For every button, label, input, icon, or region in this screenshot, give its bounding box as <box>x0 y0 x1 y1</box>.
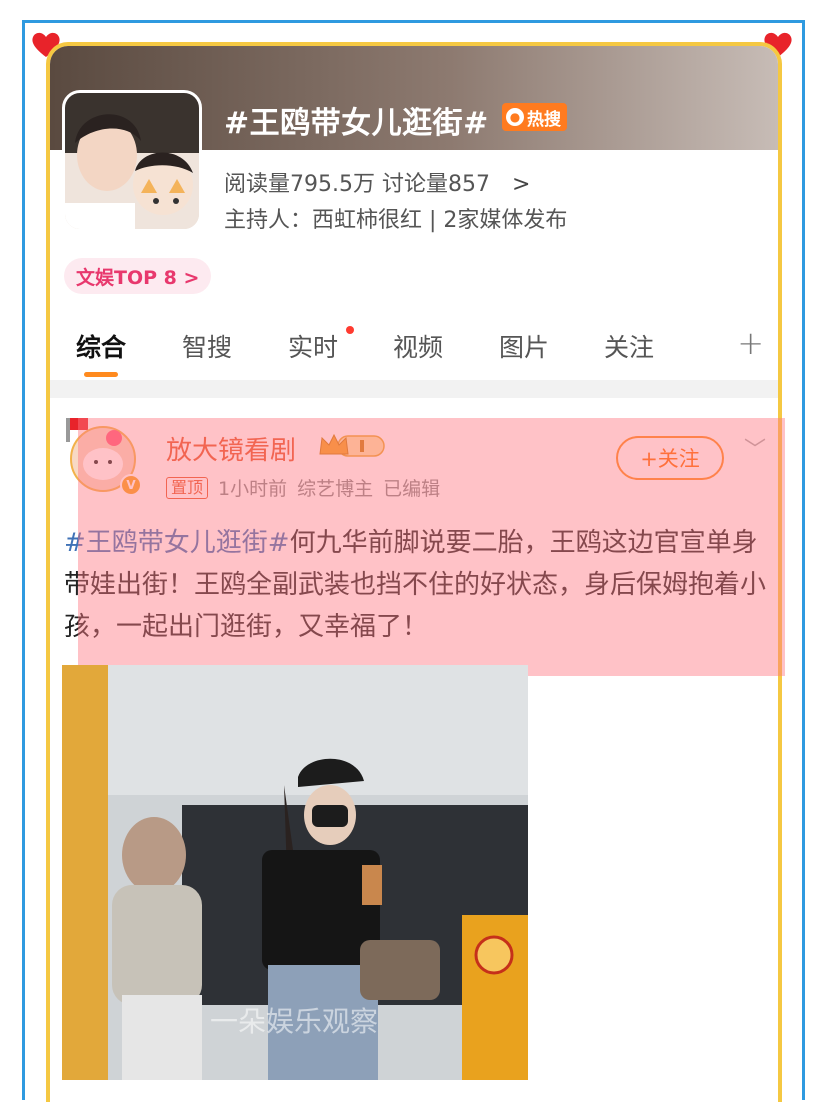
tab-bar: 综合 智搜 实时 视频 图片 关注 + <box>50 314 778 377</box>
topic-host[interactable]: 主持人：西虹柿很红 | 2家媒体发布 <box>224 202 567 234</box>
verified-icon: V <box>120 474 142 496</box>
fire-icon: ● <box>506 108 524 126</box>
new-dot-indicator <box>346 326 354 334</box>
post-author-name[interactable]: 放大镜看剧 <box>166 430 296 467</box>
crown-icon <box>319 433 385 457</box>
plus-icon[interactable]: + <box>737 324 764 362</box>
tab-smart-search[interactable]: 智搜 <box>182 328 232 364</box>
pinned-tag: 置顶 <box>166 476 209 499</box>
tab-comprehensive[interactable]: 综合 <box>76 328 126 364</box>
hot-search-badge[interactable]: ● 热搜 <box>502 103 567 131</box>
image-watermark: 一朵娱乐观察 <box>210 1005 379 1038</box>
tab-follow[interactable]: 关注 <box>604 328 654 364</box>
post-meta: 置顶 1小时前 综艺博主 已编辑 <box>166 474 440 501</box>
read-discuss-count: 阅读量795.5万 讨论量857 <box>224 172 490 197</box>
tab-realtime[interactable]: 实时 <box>288 328 338 364</box>
topic-stats[interactable]: 阅读量795.5万 讨论量857 > <box>224 166 530 198</box>
post-author-avatar[interactable]: V <box>64 416 142 496</box>
edited-label: 已编辑 <box>383 478 441 500</box>
chevron-down-icon[interactable]: ﹀ <box>744 432 766 464</box>
follow-button[interactable]: +关注 <box>616 436 724 480</box>
hot-badge-label: 热搜 <box>527 109 561 130</box>
topic-avatar[interactable] <box>62 90 202 232</box>
author-role: 综艺博主 <box>297 478 374 500</box>
topic-hashtag-link[interactable]: #王鸥带女儿逛街# <box>64 528 290 558</box>
tab-pictures[interactable]: 图片 <box>499 328 549 364</box>
post-body: #王鸥带女儿逛街#何九华前脚说要二胎，王鸥这边官宣单身 带娃出街！王鸥全副武装也… <box>64 522 776 648</box>
post-time: 1小时前 <box>218 478 288 500</box>
rank-badge[interactable]: 文娱TOP 8 > <box>64 258 212 294</box>
section-divider <box>50 380 778 398</box>
active-tab-underline <box>84 372 118 377</box>
chevron-right-icon: > <box>511 172 531 197</box>
topic-title: #王鸥带女儿逛街# <box>224 106 489 141</box>
tab-video[interactable]: 视频 <box>393 328 443 364</box>
